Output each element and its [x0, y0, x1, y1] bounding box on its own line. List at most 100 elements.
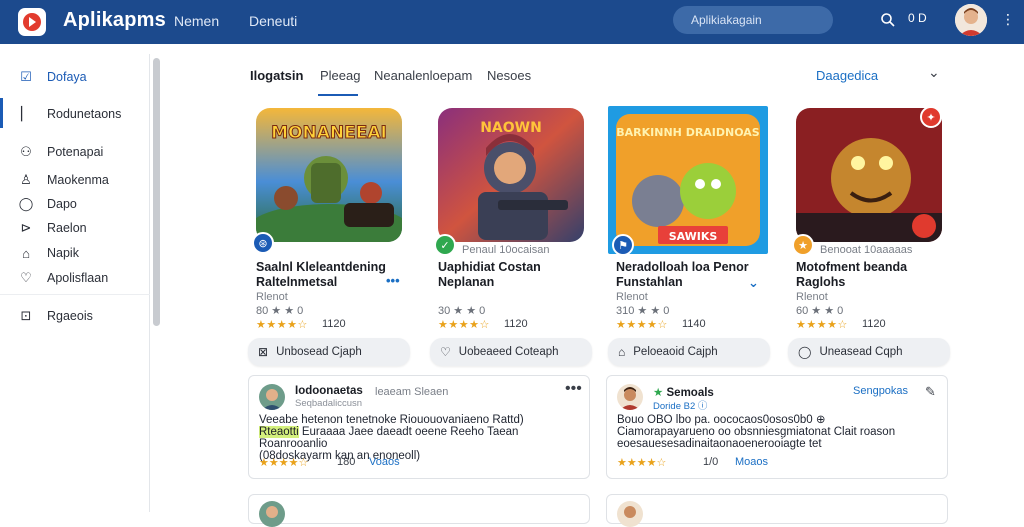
more-options-icon[interactable]: ••• — [386, 273, 400, 288]
review-highlight: Rteaotti — [259, 426, 299, 438]
more-options-icon[interactable]: ••• — [565, 380, 582, 398]
rating-stars: ★★★★☆ — [616, 319, 668, 331]
install-button[interactable]: ⌂ Peloeaoid Cajph — [608, 338, 770, 366]
sidebar-scrollbar[interactable] — [153, 58, 160, 326]
sidebar-item-label: Rgaeois — [47, 309, 93, 323]
app-logo[interactable] — [18, 8, 46, 36]
review-link[interactable]: Voaos — [369, 456, 400, 468]
game-art: BARKINNH DRAIDNOAS SAWIKS — [608, 106, 768, 254]
chat-icon: ◯ — [18, 196, 34, 211]
rating-count: 1120 — [862, 318, 886, 330]
rating-count: 1140 — [682, 318, 706, 330]
install-label: Peloeaoid Cajph — [633, 346, 718, 358]
game-card[interactable]: NAOWN ✓ Penaul 10ocaisan Uaphidiat Costa… — [430, 100, 588, 336]
review-link[interactable]: Moaos — [735, 456, 768, 468]
nav-link-1[interactable]: Nemen — [174, 13, 219, 29]
more-menu-icon[interactable]: ⋮ — [1001, 11, 1015, 28]
edit-icon[interactable]: ✎ — [925, 384, 936, 400]
review-count: 1/0 — [703, 456, 719, 468]
sidebar-item-label: Napik — [47, 246, 79, 260]
sidebar-item-napik[interactable]: ⌂ Napik — [0, 240, 150, 266]
sidebar-item-rgaeois[interactable]: ⊡ Rgaeois — [0, 303, 150, 329]
person-icon: ♙ — [20, 172, 32, 187]
review-stars: ★★★★☆ — [617, 457, 667, 469]
game-art: NAOWN — [438, 108, 584, 242]
reviewer-avatar[interactable] — [617, 384, 643, 410]
tab-ilogatsin[interactable]: Ilogatsin — [250, 68, 303, 83]
install-button[interactable]: ⊠ Unbosead Cjaph — [248, 338, 410, 366]
reviewer-handle: Doride B2 ⓘ — [653, 401, 708, 412]
square-icon: ⊡ — [20, 308, 32, 323]
sidebar-item-rodunetaons[interactable]: ▏ Rodunetaons — [0, 101, 150, 127]
notification-counter[interactable]: 0 D — [908, 11, 927, 25]
sidebar-item-raelon[interactable]: ⊳ Raelon — [0, 215, 150, 241]
review-text: Bouo OBO lbo pa. oococaos0osos0b0 ⊕ Ciam… — [617, 414, 937, 450]
review-date: leaeam Sleaen — [375, 386, 449, 398]
reviewer-avatar[interactable] — [259, 384, 285, 410]
tab-pleeag[interactable]: Pleeag — [320, 68, 360, 83]
review-line-1: Veeabe hetenon tenetnoke Riououovaniaeno… — [259, 414, 524, 426]
sort-dropdown[interactable]: Daagedica — [816, 68, 878, 83]
game-title[interactable]: Saalnl Kleleantdening Raltelnmetsal — [256, 260, 406, 290]
game-art-title: BARKINNH DRAIDNOAS — [616, 126, 760, 139]
avatar-icon — [955, 4, 987, 36]
sidebar-item-label: Raelon — [47, 221, 87, 235]
sidebar-item-dapo[interactable]: ◯ Dapo — [0, 191, 150, 217]
game-downloads: 60 ★ ★ 0 — [796, 305, 844, 317]
game-banner-text: SAWIKS — [669, 230, 718, 243]
app-logo-icon — [23, 13, 41, 31]
bolt-icon: ⊛ — [252, 232, 274, 254]
sidebar-item-apolisflaan[interactable]: ♡ Apolisflaan — [0, 265, 150, 291]
expand-icon[interactable]: ⌄ — [748, 275, 759, 291]
install-label: Uobeaeed Coteaph — [458, 346, 559, 358]
rating-count: 1120 — [504, 318, 528, 330]
search-icon[interactable] — [880, 12, 896, 28]
pin-icon[interactable]: ✦ — [920, 106, 942, 128]
tab-nesoes[interactable]: Nesoes — [487, 68, 531, 83]
reviewer-name[interactable]: Iodoonaetas — [295, 385, 363, 397]
sidebar-item-potenapai[interactable]: ⚇ Potenapai — [0, 139, 150, 165]
rating-stars: ★★★★☆ — [796, 319, 848, 331]
rating-stars: ★★★★☆ — [438, 319, 490, 331]
review-card-partial — [248, 494, 590, 527]
sidebar-item-maokenma[interactable]: ♙ Maokenma — [0, 167, 150, 193]
rating-count: 1120 — [322, 318, 346, 330]
tab-neanalenloepam[interactable]: Neanalenloepam — [374, 68, 472, 83]
heart-icon: ♡ — [20, 270, 32, 285]
reviewer-avatar[interactable] — [617, 501, 643, 527]
game-art-title: NAOWN — [480, 120, 542, 136]
user-avatar[interactable] — [955, 4, 987, 36]
install-label: Uneasead Cqph — [819, 346, 903, 358]
game-card[interactable]: BARKINNH DRAIDNOAS SAWIKS ⚑ Neradolloah … — [608, 100, 768, 336]
app-title: Aplikapms — [63, 9, 166, 31]
review-line-2: Ciamorapayarueno oo obsnniesgmiatonat Cl… — [617, 426, 896, 438]
game-card[interactable]: MONANEEAI ⊛ Saalnl Kleleantdening Raltel… — [248, 100, 406, 336]
nav-link-2[interactable]: Deneuti — [249, 13, 297, 29]
reviewer-name[interactable]: ★ Semoals — [653, 385, 714, 399]
chevron-down-icon[interactable]: ⌄ — [928, 64, 940, 81]
review-line-1: Bouo OBO lbo pa. oococaos0osos0b0 ⊕ — [617, 414, 826, 426]
game-developer: Rlenot — [256, 291, 288, 303]
tag-icon: ⊳ — [20, 220, 32, 235]
install-button[interactable]: ◯ Uneasead Cqph — [788, 338, 950, 366]
sidebar-item-label: Apolisflaan — [47, 271, 109, 285]
review-count: 180 — [337, 456, 356, 468]
game-art: MONANEEAI — [256, 108, 402, 242]
download-icon: ⊠ — [258, 345, 269, 359]
heart-icon: ♡ — [440, 345, 451, 359]
review-stars: ★★★★☆ — [259, 457, 309, 469]
game-art-title: MONANEEAI — [271, 123, 387, 143]
game-title[interactable]: Uaphidiat Costan Neplanan — [438, 260, 588, 290]
follow-link[interactable]: Sengpokas — [853, 385, 908, 397]
rating-stars: ★★★★☆ — [256, 319, 308, 331]
search-input[interactable] — [691, 13, 821, 27]
game-title[interactable]: Neradolloah loa Penor Funstahlan — [616, 260, 766, 290]
install-button[interactable]: ♡ Uobeaeed Coteaph — [430, 338, 592, 366]
check-icon: ✓ — [434, 234, 456, 256]
search-box[interactable] — [673, 6, 833, 34]
sidebar-item-dofaya[interactable]: ☑ Dofaya — [0, 64, 150, 90]
game-card[interactable]: ✦ ★ Benooat 10aaaaas Motofment beanda Ra… — [788, 100, 946, 336]
chat-icon: ◯ — [798, 345, 812, 359]
game-title[interactable]: Motofment beanda Raglohs — [796, 260, 946, 290]
reviewer-avatar[interactable] — [259, 501, 285, 527]
